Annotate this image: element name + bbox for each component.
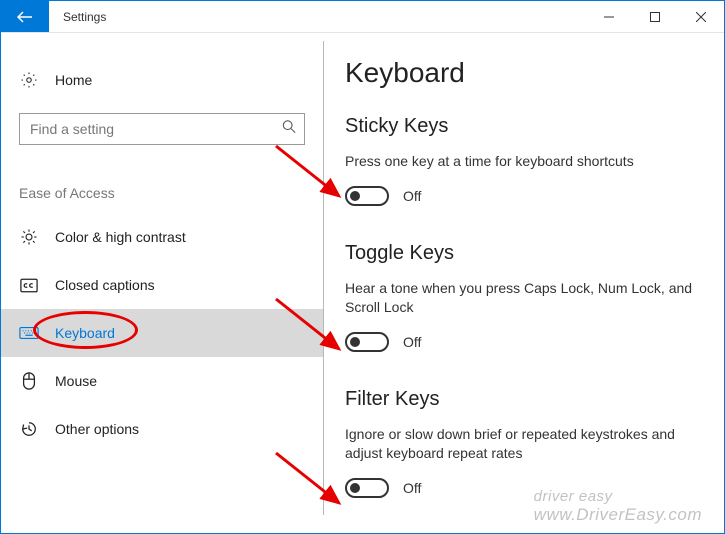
sidebar-item-mouse[interactable]: Mouse bbox=[1, 357, 323, 405]
search-icon bbox=[282, 120, 296, 139]
minimize-button[interactable] bbox=[586, 1, 632, 32]
sidebar-item-label: Color & high contrast bbox=[55, 229, 186, 245]
titlebar: Settings bbox=[1, 1, 724, 33]
toggle-state: Off bbox=[403, 334, 421, 350]
section-heading-toggle-keys: Toggle Keys bbox=[345, 242, 702, 265]
search-box[interactable] bbox=[19, 113, 305, 145]
sidebar-item-closed-captions[interactable]: Closed captions bbox=[1, 261, 323, 309]
clock-icon bbox=[19, 420, 39, 438]
search-input[interactable] bbox=[20, 114, 304, 144]
divider bbox=[323, 41, 324, 515]
page-title: Keyboard bbox=[345, 57, 702, 89]
sidebar: Home Ease of Access bbox=[1, 33, 323, 533]
section-heading-sticky-keys: Sticky Keys bbox=[345, 115, 702, 138]
section-header: Ease of Access bbox=[1, 145, 323, 213]
keyboard-icon bbox=[19, 326, 39, 340]
main-panel: Keyboard Sticky Keys Press one key at a … bbox=[323, 33, 724, 533]
window-title: Settings bbox=[49, 1, 106, 32]
toggle-state: Off bbox=[403, 188, 421, 204]
mouse-icon bbox=[19, 372, 39, 390]
close-button[interactable] bbox=[678, 1, 724, 32]
back-button[interactable] bbox=[1, 1, 49, 32]
sidebar-item-label: Closed captions bbox=[55, 277, 155, 293]
filter-keys-toggle[interactable] bbox=[345, 478, 389, 498]
gear-icon bbox=[19, 71, 39, 89]
sidebar-item-label: Other options bbox=[55, 421, 139, 437]
sidebar-item-keyboard[interactable]: Keyboard bbox=[1, 309, 323, 357]
section-desc: Hear a tone when you press Caps Lock, Nu… bbox=[345, 279, 702, 318]
sidebar-item-other-options[interactable]: Other options bbox=[1, 405, 323, 453]
section-desc: Press one key at a time for keyboard sho… bbox=[345, 152, 702, 172]
captions-icon bbox=[19, 278, 39, 293]
sidebar-item-color-contrast[interactable]: Color & high contrast bbox=[1, 213, 323, 261]
home-label: Home bbox=[55, 72, 92, 88]
maximize-button[interactable] bbox=[632, 1, 678, 32]
toggle-state: Off bbox=[403, 480, 421, 496]
sidebar-item-label: Keyboard bbox=[55, 325, 115, 341]
brightness-icon bbox=[19, 228, 39, 246]
sticky-keys-toggle[interactable] bbox=[345, 186, 389, 206]
toggle-keys-toggle[interactable] bbox=[345, 332, 389, 352]
section-desc: Ignore or slow down brief or repeated ke… bbox=[345, 425, 702, 464]
home-button[interactable]: Home bbox=[1, 61, 323, 99]
titlebar-drag[interactable] bbox=[106, 1, 586, 32]
section-heading-filter-keys: Filter Keys bbox=[345, 388, 702, 411]
sidebar-item-label: Mouse bbox=[55, 373, 97, 389]
